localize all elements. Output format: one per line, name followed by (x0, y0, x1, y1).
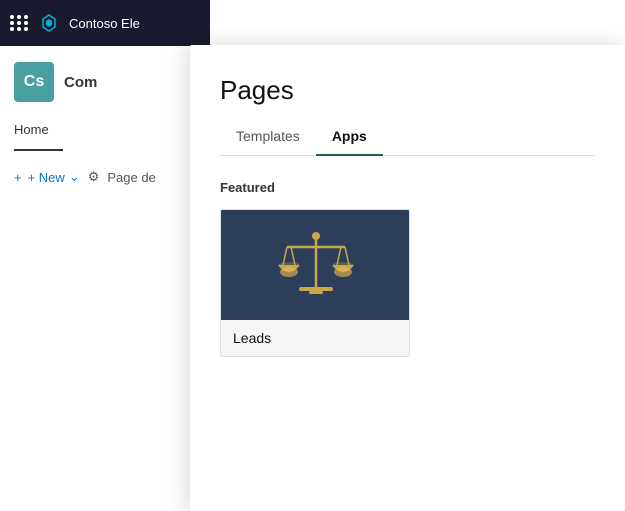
settings-button[interactable]: ⚙ Page de (88, 169, 156, 185)
leads-app-label: Leads (221, 320, 409, 356)
leads-app-image (221, 210, 410, 320)
apps-grid-icon[interactable] (10, 15, 29, 31)
tabs-row: Templates Apps (220, 122, 595, 156)
toolbar: + + New ⌄ ⚙ Page de (0, 159, 210, 195)
org-header: Cs Com (0, 46, 210, 118)
leads-app-card[interactable]: Leads (220, 209, 410, 357)
plus-icon: + (14, 170, 22, 185)
nav-home[interactable]: Home (14, 118, 63, 151)
app-logo (37, 11, 61, 35)
tab-templates[interactable]: Templates (220, 122, 316, 156)
new-button[interactable]: + + New ⌄ (14, 169, 80, 185)
background-panel: Contoso Ele Cs Com Home + + New ⌄ ⚙ Page… (0, 0, 210, 511)
org-avatar: Cs (14, 62, 54, 102)
tab-apps[interactable]: Apps (316, 122, 383, 156)
chevron-icon: ⌄ (69, 169, 80, 185)
gear-icon: ⚙ (88, 169, 100, 185)
featured-label: Featured (220, 180, 595, 195)
panel-title: Pages (220, 75, 595, 106)
top-bar: Contoso Ele (0, 0, 210, 46)
app-title: Contoso Ele (69, 16, 140, 31)
pages-panel: Pages Templates Apps Featured (190, 45, 625, 511)
org-name: Com (64, 74, 97, 91)
side-nav: Cs Com Home + + New ⌄ ⚙ Page de (0, 46, 210, 511)
